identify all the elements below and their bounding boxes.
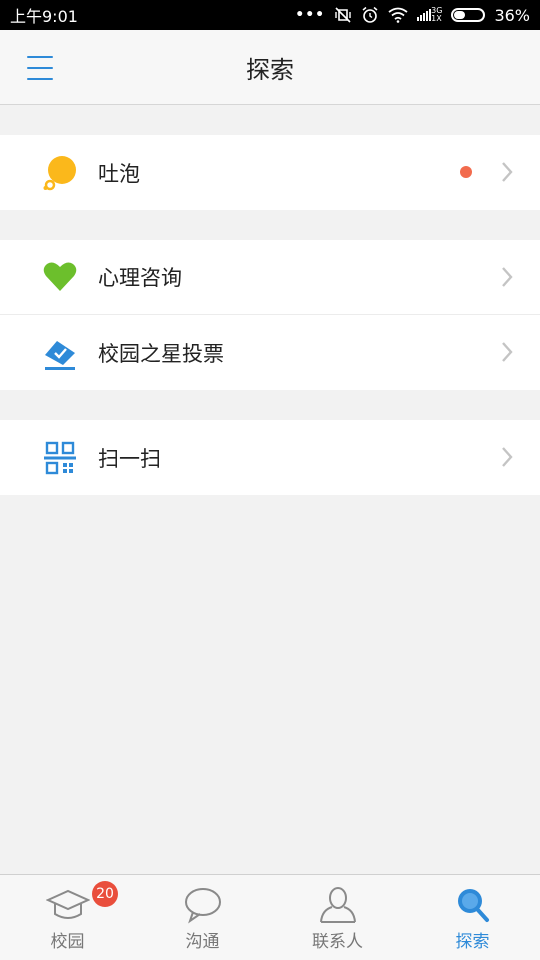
status-left: 上午9:01 — [10, 3, 78, 27]
tab-label: 联系人 — [312, 932, 363, 952]
status-right: ••• 3G 1X 36% — [295, 6, 530, 25]
bubble-icon — [42, 155, 78, 191]
status-bar: 上午9:01 ••• 3G 1X 36% — [0, 0, 540, 30]
list-item-psych-consult[interactable]: 心理咨询 — [0, 240, 540, 315]
network-type: 3G 1X — [431, 7, 442, 23]
battery-icon — [451, 8, 486, 22]
wifi-icon — [388, 7, 408, 23]
graduation-cap-icon — [45, 885, 90, 925]
explore-group-3: 扫一扫 — [0, 420, 540, 495]
list-item-scan[interactable]: 扫一扫 — [0, 420, 540, 495]
hamburger-menu-icon[interactable] — [22, 52, 58, 84]
list-item-label: 校园之星投票 — [98, 341, 224, 366]
list-item-campus-star-vote[interactable]: 校园之星投票 — [0, 315, 540, 390]
chevron-right-icon — [496, 341, 518, 363]
tab-label: 探索 — [455, 932, 490, 952]
tab-label: 沟通 — [185, 932, 220, 952]
qr-scan-icon — [42, 440, 78, 476]
explore-group-2: 心理咨询 校园之星投票 — [0, 240, 540, 390]
chevron-right-icon — [496, 266, 518, 288]
vote-ticket-icon — [42, 335, 78, 371]
contacts-person-icon — [316, 885, 360, 925]
chevron-right-icon — [496, 446, 518, 468]
header-bar: 探索 — [0, 30, 540, 105]
explore-group-1: 吐泡 — [0, 135, 540, 210]
tab-contacts[interactable]: 联系人 — [270, 875, 405, 960]
cellular-signal-icon: 3G 1X — [417, 7, 442, 23]
bottom-tab-bar: 校园 20 沟通 联系人 探索 — [0, 874, 540, 960]
tab-campus[interactable]: 校园 20 — [0, 875, 135, 960]
search-magnifier-icon — [451, 885, 495, 925]
list-item-tupao[interactable]: 吐泡 — [0, 135, 540, 210]
unread-count-badge: 20 — [92, 881, 118, 907]
more-notifications-icon: ••• — [295, 7, 326, 23]
chevron-right-icon — [496, 161, 518, 183]
vibrate-off-icon — [334, 6, 352, 24]
tab-explore[interactable]: 探索 — [405, 875, 540, 960]
page-title: 探索 — [246, 55, 294, 84]
status-time: 上午9:01 — [10, 7, 78, 26]
alarm-icon — [361, 6, 379, 24]
tab-label: 校园 — [50, 932, 85, 952]
heart-icon — [42, 259, 78, 295]
chat-bubble-icon — [181, 885, 225, 925]
tab-communicate[interactable]: 沟通 — [135, 875, 270, 960]
battery-percent: 36% — [494, 5, 530, 25]
app-root: 上午9:01 ••• 3G 1X 36% 探索 吐泡 心理咨询 校园之星投票 扫… — [0, 0, 540, 960]
unread-dot — [460, 166, 472, 178]
list-item-label: 扫一扫 — [98, 446, 161, 471]
network-type-bottom: 1X — [431, 14, 442, 23]
list-item-label: 吐泡 — [98, 161, 140, 186]
list-item-label: 心理咨询 — [98, 266, 182, 290]
